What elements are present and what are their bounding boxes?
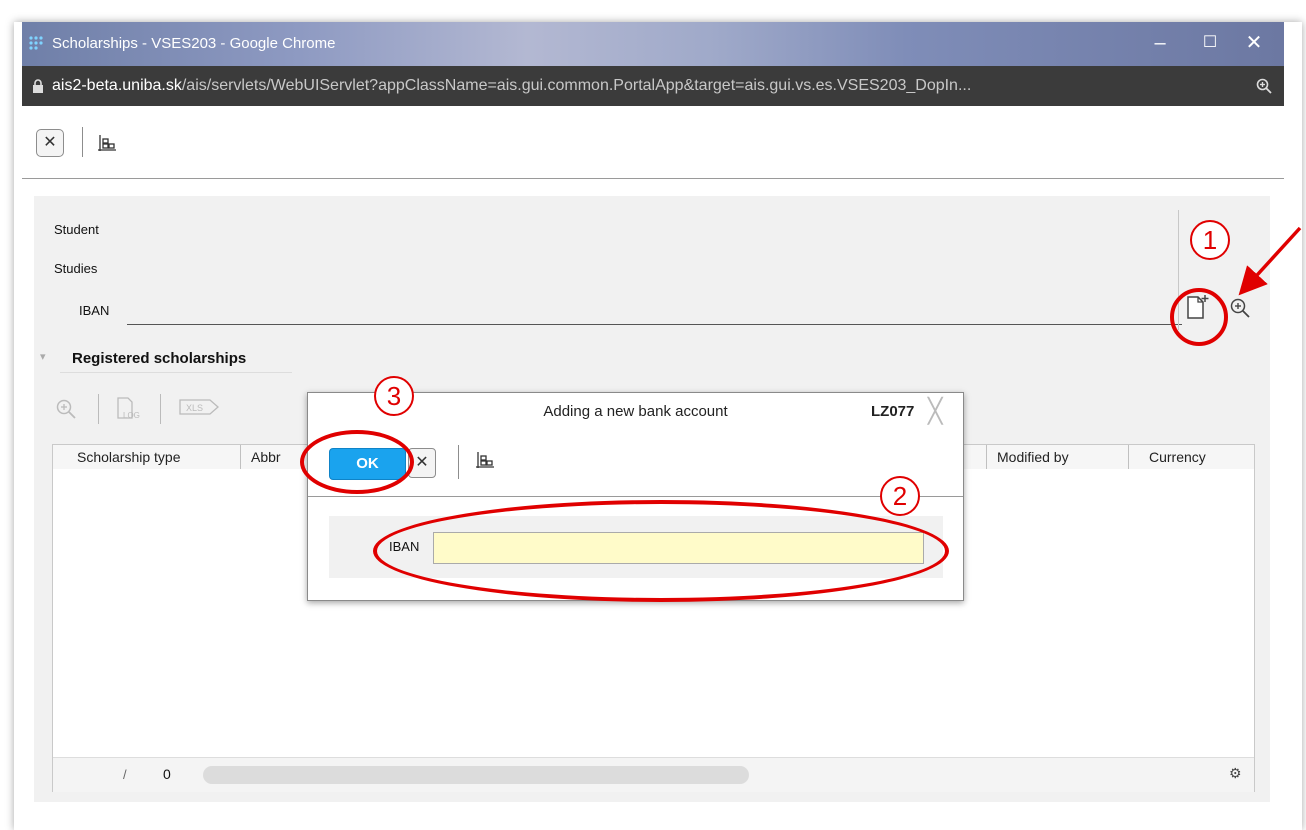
annotation-circle-new-icon <box>1170 288 1228 346</box>
annotation-arrow <box>1238 226 1302 296</box>
annotation-step-3: 3 <box>374 376 414 416</box>
annotation-step-1: 1 <box>1190 220 1230 260</box>
annotation-step-2: 2 <box>880 476 920 516</box>
annotation-layer <box>1238 226 1302 296</box>
annotation-ellipse-iban <box>373 500 949 602</box>
annotation-ellipse-ok <box>300 430 414 494</box>
